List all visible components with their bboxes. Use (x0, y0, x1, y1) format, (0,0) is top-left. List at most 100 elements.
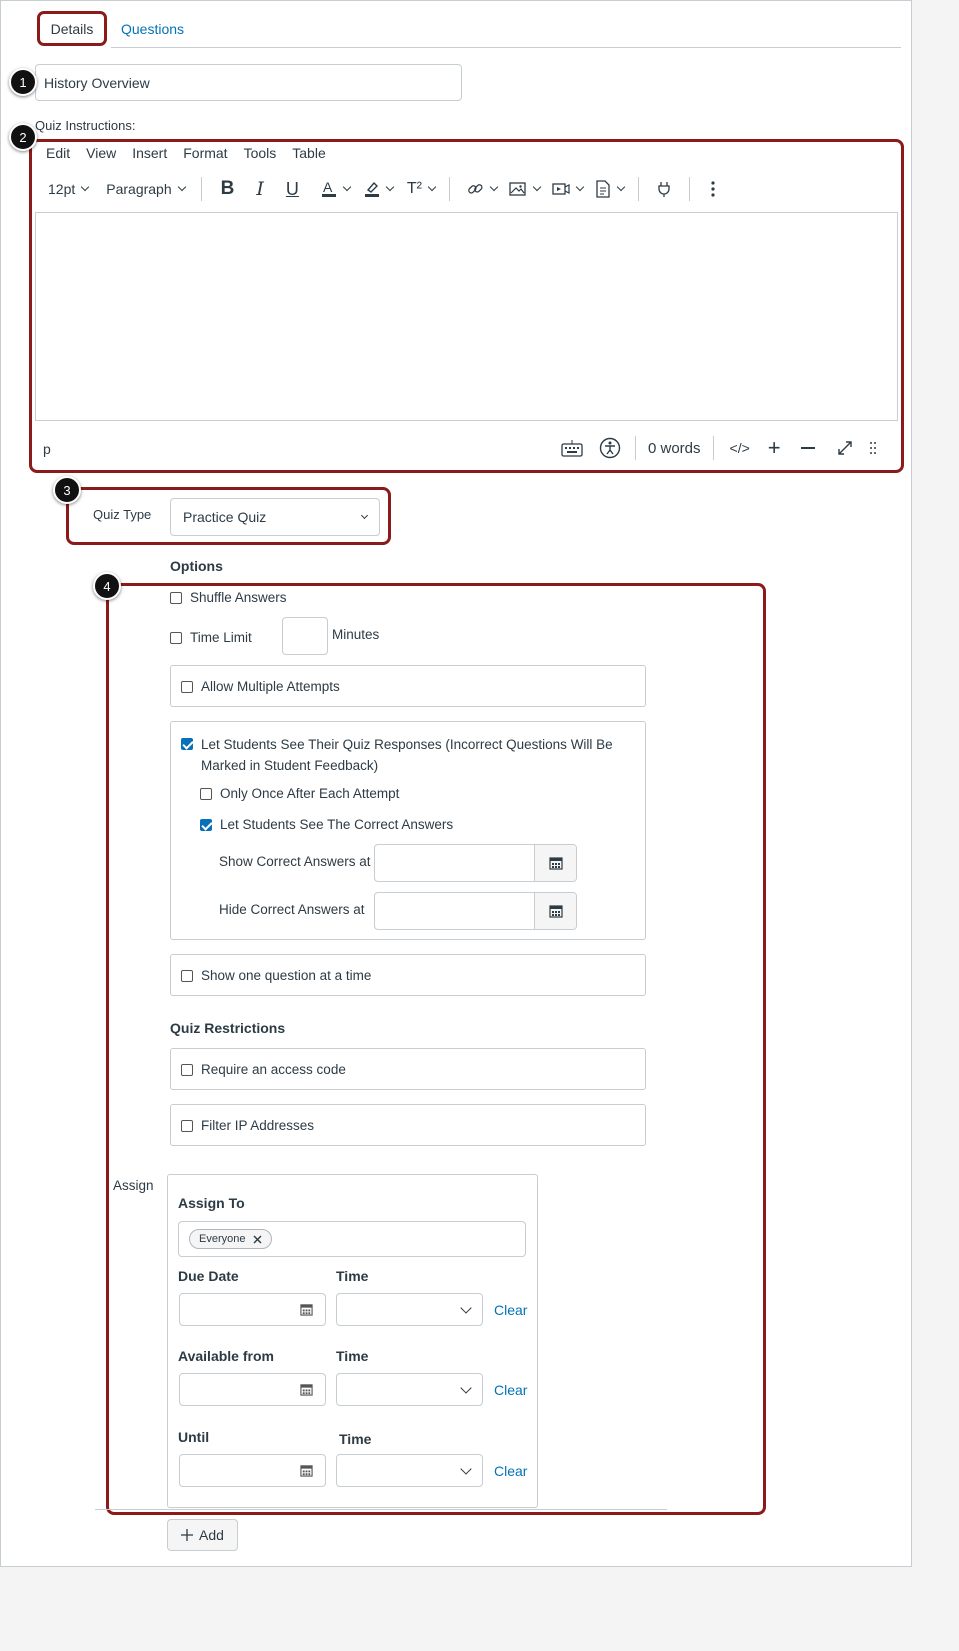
quiz-type-select[interactable]: Practice Quiz (170, 498, 380, 536)
see-correct-answers-checkbox[interactable] (200, 818, 212, 831)
access-code-option[interactable]: Require an access code (181, 1062, 346, 1077)
callout-badge-2: 2 (9, 123, 37, 151)
more-options-button[interactable] (710, 180, 716, 198)
until-time-label: Time (339, 1431, 372, 1447)
quiz-title-input[interactable]: History Overview (35, 64, 462, 101)
document-button[interactable] (595, 180, 626, 198)
superscript-button[interactable]: T² (407, 180, 437, 198)
toolbar-separator (689, 177, 690, 201)
filter-ip-checkbox[interactable] (181, 1119, 193, 1132)
only-once-option[interactable]: Only Once After Each Attempt (200, 786, 399, 801)
quiz-instructions-label: Quiz Instructions: (35, 118, 136, 133)
until-date-input[interactable] (179, 1454, 326, 1487)
callout-badge-3: 3 (53, 476, 81, 504)
quiz-type-label: Quiz Type (93, 507, 152, 522)
time-limit-checkbox[interactable] (170, 631, 182, 644)
chevron-down-icon (81, 182, 90, 192)
resize-handle-icon[interactable] (869, 441, 877, 455)
see-responses-checkbox[interactable] (181, 738, 193, 750)
calendar-icon[interactable] (300, 1383, 313, 1396)
add-assignment-button[interactable]: Add (167, 1519, 238, 1551)
time-limit-minutes-input[interactable] (282, 617, 328, 655)
plug-icon (658, 182, 670, 197)
show-correct-at-input[interactable] (374, 844, 577, 882)
hide-correct-at-label: Hide Correct Answers at (219, 902, 365, 917)
time-limit-option[interactable]: Time Limit (170, 630, 252, 645)
clear-due-date-link[interactable]: Clear (494, 1302, 527, 1318)
menu-insert[interactable]: Insert (132, 145, 167, 161)
available-from-input[interactable] (179, 1373, 326, 1406)
editor-statusbar: 0 words </> + (561, 433, 877, 463)
page-frame: Details Questions 1 History Overview Qui… (0, 0, 912, 1567)
image-button[interactable] (509, 181, 542, 197)
see-correct-answers-option[interactable]: Let Students See The Correct Answers (200, 817, 453, 832)
toolbar-separator (200, 177, 202, 201)
chevron-down-icon (489, 182, 499, 192)
calendar-icon[interactable] (300, 1464, 313, 1477)
chevron-down-icon (532, 182, 542, 192)
see-responses-option[interactable]: Let Students See Their Quiz Responses (I… (181, 736, 621, 776)
quiz-responses-box: Let Students See Their Quiz Responses (I… (170, 721, 646, 940)
menu-format[interactable]: Format (183, 145, 227, 161)
assign-to-input[interactable]: Everyone (178, 1221, 526, 1257)
zoom-out-icon[interactable] (800, 446, 815, 450)
multiple-attempts-box: Allow Multiple Attempts (170, 665, 646, 707)
assign-label: Assign (113, 1178, 154, 1193)
shuffle-answers-option[interactable]: Shuffle Answers (170, 590, 287, 605)
word-count[interactable]: 0 words (648, 440, 701, 457)
shuffle-answers-checkbox[interactable] (170, 591, 182, 604)
assign-to-label: Assign To (178, 1195, 245, 1211)
menu-table[interactable]: Table (292, 145, 325, 161)
filter-ip-option[interactable]: Filter IP Addresses (181, 1118, 314, 1133)
clear-until-link[interactable]: Clear (494, 1463, 527, 1479)
highlighter-icon (364, 181, 379, 197)
keyboard-shortcuts-button[interactable] (561, 439, 583, 457)
clear-available-from-link[interactable]: Clear (494, 1382, 527, 1398)
minutes-label: Minutes (332, 627, 380, 642)
more-vertical-icon (711, 181, 715, 197)
highlight-color-button[interactable] (364, 180, 395, 198)
assign-divider (95, 1509, 667, 1510)
chevron-down-icon (460, 1381, 472, 1394)
due-date-input[interactable] (179, 1293, 326, 1326)
zoom-in-icon[interactable]: + (768, 435, 781, 461)
calendar-icon[interactable] (534, 893, 576, 929)
underline-icon[interactable]: U (286, 179, 299, 200)
tab-details[interactable]: Details (37, 11, 107, 46)
menu-view[interactable]: View (86, 145, 116, 161)
rich-text-editor-area[interactable] (35, 212, 898, 421)
one-question-option[interactable]: Show one question at a time (181, 968, 371, 983)
allow-multiple-attempts-checkbox[interactable] (181, 680, 193, 693)
html-editor-toggle[interactable]: </> (730, 440, 750, 456)
toolbar-separator (449, 177, 450, 201)
hide-correct-at-input[interactable] (374, 892, 577, 930)
menu-tools[interactable]: Tools (244, 145, 277, 161)
calendar-icon[interactable] (300, 1303, 313, 1316)
menu-edit[interactable]: Edit (46, 145, 70, 161)
block-format-dropdown[interactable]: Paragraph (106, 181, 186, 197)
tab-questions[interactable]: Questions (121, 21, 184, 37)
close-icon[interactable] (253, 1235, 262, 1244)
access-code-checkbox[interactable] (181, 1063, 193, 1076)
everyone-pill[interactable]: Everyone (189, 1229, 273, 1249)
link-button[interactable] (466, 180, 499, 198)
bold-icon[interactable]: B (221, 178, 235, 200)
due-date-label: Due Date (178, 1268, 239, 1284)
calendar-icon[interactable] (534, 845, 576, 881)
allow-multiple-attempts-option[interactable]: Allow Multiple Attempts (181, 679, 340, 694)
one-question-checkbox[interactable] (181, 969, 193, 982)
fullscreen-icon[interactable] (837, 440, 853, 456)
available-time-select[interactable] (336, 1373, 483, 1406)
apps-plugin-button[interactable] (655, 180, 673, 198)
only-once-checkbox[interactable] (200, 787, 212, 800)
media-button[interactable] (552, 181, 585, 197)
statusbar-separator (635, 436, 636, 460)
available-time-label: Time (336, 1348, 369, 1364)
text-color-button[interactable]: A (321, 180, 352, 198)
font-size-dropdown[interactable]: 12pt (48, 181, 90, 197)
until-time-select[interactable] (336, 1454, 483, 1487)
accessibility-checker-button[interactable] (599, 437, 621, 459)
italic-icon[interactable]: I (256, 178, 264, 200)
accessibility-icon (599, 437, 621, 459)
due-time-select[interactable] (336, 1293, 483, 1326)
